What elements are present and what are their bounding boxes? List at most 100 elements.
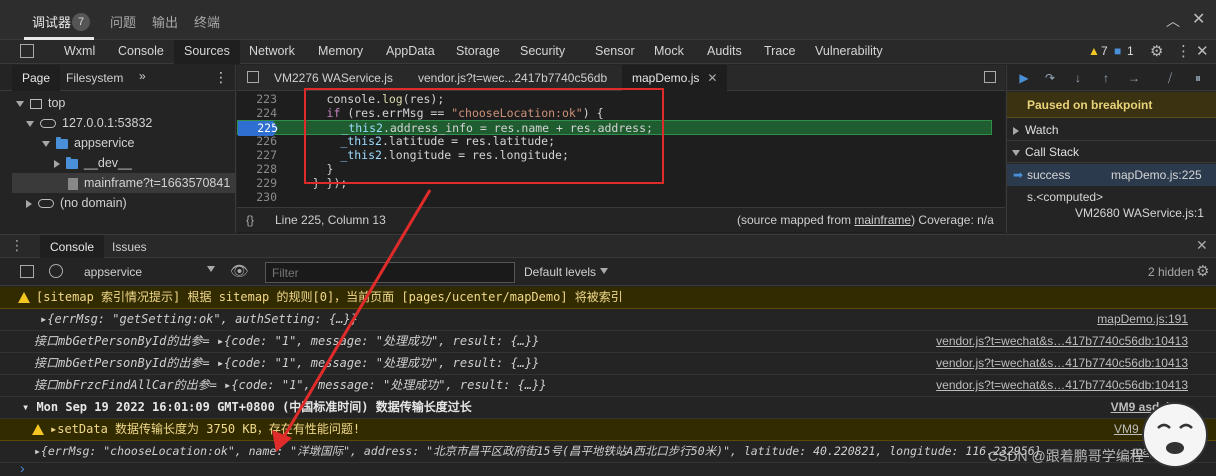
toggle-debugger-icon[interactable]: [984, 71, 996, 83]
tree-item-dev[interactable]: __dev__: [54, 153, 132, 173]
pretty-print-icon[interactable]: {}: [246, 213, 254, 227]
paused-banner: Paused on breakpoint: [1007, 92, 1216, 118]
tree-item-appservice[interactable]: appservice: [42, 133, 134, 153]
console-message-warning[interactable]: ▸setData 数据传输长度为 3750 KB，存在有性能问题! VM9 as…: [0, 419, 1216, 441]
tab-security[interactable]: Security: [520, 44, 565, 58]
call-stack-section[interactable]: Call Stack: [1007, 141, 1216, 163]
editor-status-bar: {} Line 225, Column 13 (source mapped fr…: [237, 207, 1005, 232]
step-over-icon[interactable]: ↷: [1043, 71, 1057, 85]
tab-network[interactable]: Network: [249, 44, 295, 58]
chevron-down-icon[interactable]: [207, 266, 215, 272]
console-message-warning: [sitemap 索引情况提示] 根据 sitemap 的规则[0]，当前页面 …: [0, 287, 1216, 309]
more-tabs-icon[interactable]: »: [139, 69, 146, 83]
sidebar-toggle-icon[interactable]: [20, 265, 34, 278]
inspect-element-icon[interactable]: [20, 44, 34, 58]
tree-item-top[interactable]: top: [16, 93, 65, 113]
code-line: 230: [256, 190, 277, 204]
console-drawer-tabs: ⋮ Console Issues ✕: [0, 234, 1216, 259]
debugger-badge: 7: [72, 13, 90, 31]
tab-memory[interactable]: Memory: [318, 44, 363, 58]
debugger-toolbar: ▶ ↷ ↓ ↑ → ⧸ ⏸: [1007, 65, 1216, 91]
gear-icon[interactable]: ⚙: [1150, 42, 1163, 60]
editor-tab-vendor[interactable]: vendor.js?t=wec...2417b7740c56db: [418, 71, 607, 85]
more-vertical-icon[interactable]: ⋮: [1176, 42, 1191, 60]
warning-count: 7: [1101, 44, 1108, 58]
tab-trace[interactable]: Trace: [764, 44, 796, 58]
close-drawer-icon[interactable]: ✕: [1196, 237, 1208, 254]
navigator-tabs: Page Filesystem » ⋮: [0, 65, 236, 91]
console-settings-icon[interactable]: ⚙: [1196, 262, 1209, 280]
devtools-tabbar: Wxml Console Sources Network Memory AppD…: [0, 40, 1216, 64]
tab-vulnerability[interactable]: Vulnerability: [815, 44, 883, 58]
console-message[interactable]: 接口mbFrzcFindAllCar的出参= ▸{code: "1", mess…: [0, 375, 1216, 397]
tab-filesystem[interactable]: Filesystem: [66, 71, 123, 85]
deactivate-breakpoints-icon[interactable]: ⧸: [1163, 71, 1177, 85]
clear-console-icon[interactable]: [49, 264, 63, 278]
tab-sensor[interactable]: Sensor: [595, 44, 635, 58]
tree-item-mainframe[interactable]: mainframe?t=1663570841: [12, 173, 235, 193]
console-message[interactable]: 接口mbGetPersonById的出参= ▸{code: "1", messa…: [0, 331, 1216, 353]
source-link[interactable]: vendor.js?t=wechat&s…417b7740c56db:10413: [936, 353, 1188, 374]
folder-icon: [66, 156, 78, 169]
tab-output[interactable]: 输出: [152, 12, 178, 31]
console-message[interactable]: ▸{errMsg: "getSetting:ok", authSetting: …: [0, 309, 1216, 331]
tab-debugger[interactable]: 调试器: [32, 12, 71, 31]
resume-icon[interactable]: ▶: [1017, 71, 1031, 85]
source-link[interactable]: vendor.js?t=wechat&s…417b7740c56db:10413: [936, 375, 1188, 396]
tab-appdata[interactable]: AppData: [386, 44, 435, 58]
frame-icon: [30, 98, 42, 109]
console-toolbar: appservice 👁 Default levels 2 hidden ⚙: [0, 258, 1216, 286]
close-devtools-icon[interactable]: ✕: [1196, 42, 1209, 60]
eye-icon[interactable]: 👁: [230, 262, 249, 280]
tab-page[interactable]: Page: [12, 65, 61, 91]
watermark-text: CSDN @跟着鹏哥学编程: [988, 448, 1144, 464]
info-icon: ■: [1114, 44, 1122, 58]
close-tab-icon[interactable]: ✕: [707, 71, 717, 85]
step-out-icon[interactable]: ↑: [1099, 71, 1113, 85]
hidden-count: 2 hidden: [1148, 265, 1195, 279]
navigator-menu-icon[interactable]: ⋮: [214, 69, 228, 86]
debugger-sidebar: ▶ ↷ ↓ ↑ → ⧸ ⏸ Paused on breakpoint Watch…: [1006, 65, 1216, 233]
top-bar: 调试器 7 问题 输出 终端 ︿ ✕: [0, 0, 1216, 40]
folder-icon: [56, 136, 68, 149]
editor-tab-wasservice[interactable]: VM2276 WAService.js: [274, 71, 393, 85]
toggle-navigator-icon[interactable]: [247, 71, 259, 83]
chevron-up-icon[interactable]: ︿: [1166, 11, 1180, 31]
step-into-icon[interactable]: ↓: [1071, 71, 1085, 85]
tab-console-drawer[interactable]: Console: [40, 235, 105, 259]
tree-item-host[interactable]: 127.0.0.1:53832: [26, 113, 152, 133]
source-map-info: (source mapped from mainframe) Coverage:…: [737, 213, 994, 227]
tab-issues[interactable]: Issues: [112, 240, 147, 254]
watch-section[interactable]: Watch: [1007, 119, 1216, 141]
pause-on-exceptions-icon[interactable]: ⏸: [1191, 71, 1205, 85]
tab-wxml[interactable]: Wxml: [64, 44, 95, 58]
source-link[interactable]: vendor.js?t=wechat&s…417b7740c56db:10413: [936, 331, 1188, 352]
warning-icon: ▲: [1088, 44, 1100, 58]
step-icon[interactable]: →: [1127, 71, 1141, 85]
file-navigator: Page Filesystem » ⋮ top 127.0.0.1:53832 …: [0, 65, 236, 233]
console-message[interactable]: 接口mbGetPersonById的出参= ▸{code: "1", messa…: [0, 353, 1216, 375]
tab-problems[interactable]: 问题: [110, 12, 136, 31]
tab-sources[interactable]: Sources: [174, 40, 240, 64]
filter-input[interactable]: [265, 262, 515, 283]
tab-console[interactable]: Console: [118, 44, 164, 58]
close-icon[interactable]: ✕: [1192, 9, 1205, 29]
cloud-icon: [38, 199, 54, 209]
log-levels-dropdown[interactable]: Default levels: [524, 265, 596, 279]
tab-audits[interactable]: Audits: [707, 44, 742, 58]
watermark-face-icon: [1142, 402, 1208, 468]
tab-mock[interactable]: Mock: [654, 44, 684, 58]
console-group-header[interactable]: ▾ Mon Sep 19 2022 16:01:09 GMT+0800 (中国标…: [0, 397, 1216, 419]
context-selector[interactable]: appservice: [84, 265, 142, 279]
source-link[interactable]: mapDemo.js:191: [1097, 309, 1188, 330]
tab-terminal[interactable]: 终端: [194, 12, 220, 31]
drawer-menu-icon[interactable]: ⋮: [10, 237, 24, 254]
mainframe-link[interactable]: mainframe: [854, 213, 911, 227]
tree-item-no-domain[interactable]: (no domain): [26, 193, 127, 213]
annotation-box: [304, 88, 664, 184]
cursor-position: Line 225, Column 13: [275, 213, 386, 227]
stack-frame[interactable]: ➡ success mapDemo.js:225: [1007, 164, 1216, 186]
stack-frame-location[interactable]: VM2680 WAService.js:1: [1007, 202, 1216, 224]
chevron-down-icon[interactable]: [600, 268, 608, 274]
tab-storage[interactable]: Storage: [456, 44, 500, 58]
